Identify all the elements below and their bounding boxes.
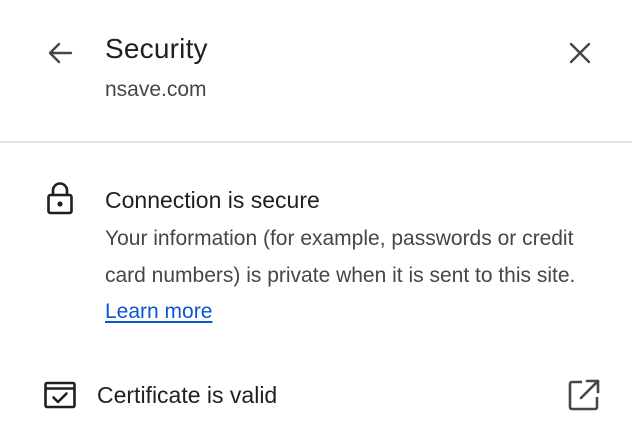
panel-header: Security nsave.com bbox=[0, 0, 632, 141]
header-divider bbox=[0, 141, 632, 143]
site-security-panel: Security nsave.com Connection is secure … bbox=[0, 0, 632, 438]
certificate-icon bbox=[44, 381, 76, 409]
connection-status-title: Connection is secure bbox=[105, 187, 320, 213]
arrow-back-icon bbox=[48, 42, 73, 64]
certificate-row[interactable]: Certificate is valid bbox=[0, 360, 632, 430]
lock-icon bbox=[47, 182, 73, 215]
back-button[interactable] bbox=[40, 36, 80, 70]
site-domain: nsave.com bbox=[105, 78, 207, 101]
open-external-icon[interactable] bbox=[566, 377, 602, 413]
learn-more-link[interactable]: Learn more bbox=[105, 300, 212, 323]
connection-description-text: Your information (for example, passwords… bbox=[105, 227, 576, 287]
connection-description: Your information (for example, passwords… bbox=[105, 221, 605, 331]
certificate-status-label: Certificate is valid bbox=[97, 382, 278, 408]
close-button[interactable] bbox=[562, 36, 598, 70]
close-icon bbox=[569, 42, 591, 64]
page-title: Security bbox=[105, 33, 208, 64]
